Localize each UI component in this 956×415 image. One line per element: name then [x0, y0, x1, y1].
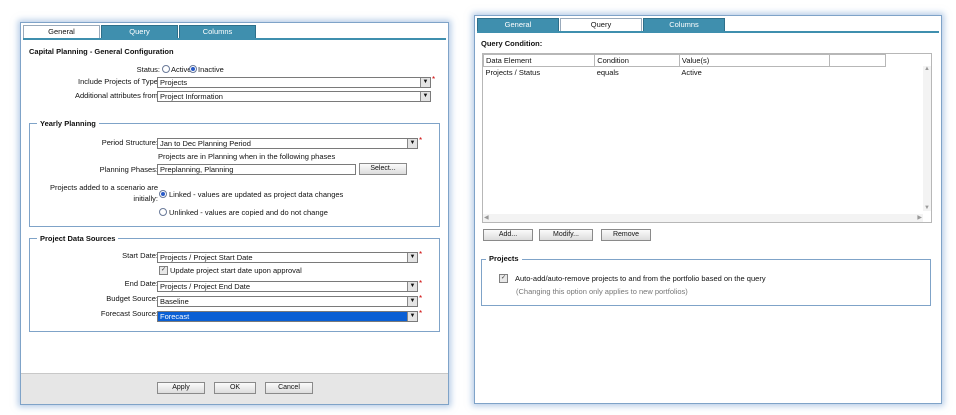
status-label: Status:: [136, 65, 160, 74]
query-table: Data Element Condition Value(s) Projects…: [482, 54, 887, 79]
remove-button[interactable]: Remove: [601, 229, 651, 241]
scenario-label-line2: initially:: [133, 194, 158, 203]
start-date-select[interactable]: Projects / Project Start Date ▼: [157, 252, 418, 263]
budget-source-value: Baseline: [160, 297, 189, 306]
chevron-down-icon: ▼: [407, 297, 417, 306]
required-mark: *: [419, 279, 423, 288]
column-header: [828, 54, 887, 67]
forecast-source-select[interactable]: Forecast ▼: [157, 311, 418, 322]
phases-note: Projects are in Planning when in the fol…: [158, 152, 336, 161]
required-mark: *: [419, 136, 423, 145]
general-config-dialog: General Query Columns Capital Planning -…: [20, 22, 449, 405]
linked-label: Linked - values are updated as project d…: [169, 190, 344, 199]
chevron-down-icon: ▼: [407, 253, 417, 262]
table-header-row: Data Element Condition Value(s): [482, 54, 887, 67]
auto-add-label: Auto-add/auto-remove projects to and fro…: [515, 274, 766, 283]
tab-columns[interactable]: Columns: [643, 18, 725, 31]
update-start-label: Update project start date upon approval: [170, 266, 302, 275]
project-data-sources-legend: Project Data Sources: [37, 234, 119, 243]
projects-legend: Projects: [486, 254, 522, 263]
table-cell: Projects / Status: [485, 68, 541, 77]
period-structure-label: Period Structure:: [101, 138, 158, 147]
ok-button[interactable]: OK: [214, 382, 256, 394]
status-inactive-radio[interactable]: [189, 65, 197, 73]
cancel-button[interactable]: Cancel: [265, 382, 313, 394]
start-date-value: Projects / Project Start Date: [160, 253, 253, 262]
tab-query[interactable]: Query: [101, 25, 178, 38]
additional-attributes-value: Project Information: [160, 92, 223, 101]
scroll-left-icon[interactable]: ◀: [484, 214, 489, 222]
planning-phases-value: Preplanning, Planning: [160, 165, 234, 174]
add-button[interactable]: Add...: [483, 229, 533, 241]
additional-attributes-select[interactable]: Project Information ▼: [157, 91, 431, 102]
scroll-right-icon[interactable]: ▶: [917, 214, 922, 222]
dialog-footer: Apply OK Cancel: [21, 373, 448, 404]
modify-button[interactable]: Modify...: [539, 229, 593, 241]
tab-general[interactable]: General: [477, 18, 559, 31]
tab-underline: [23, 38, 446, 40]
forecast-source-label: Forecast Source:: [100, 309, 158, 318]
required-mark: *: [419, 309, 423, 318]
required-mark: *: [419, 294, 423, 303]
chevron-down-icon: ▼: [407, 282, 417, 291]
chevron-down-icon: ▼: [407, 312, 417, 321]
start-date-label: Start Date:: [122, 251, 158, 260]
required-mark: *: [432, 75, 436, 84]
query-grid: Data Element Condition Value(s) Projects…: [482, 53, 932, 223]
vertical-scrollbar[interactable]: ▲ ▼: [923, 66, 931, 211]
update-start-checkbox[interactable]: ✓: [159, 266, 168, 275]
include-projects-select[interactable]: Projects ▼: [157, 77, 431, 88]
chevron-down-icon: ▼: [420, 92, 430, 101]
unlinked-radio[interactable]: [159, 208, 167, 216]
page-title: Capital Planning - General Configuration: [29, 47, 174, 56]
table-cell: equals: [596, 68, 619, 77]
budget-source-label: Budget Source:: [106, 294, 158, 303]
additional-attributes-label: Additional attributes from:: [74, 91, 160, 100]
forecast-source-value: Forecast: [160, 312, 190, 321]
select-phases-button[interactable]: Select...: [359, 163, 407, 175]
tab-general[interactable]: General: [23, 25, 100, 39]
period-structure-select[interactable]: Jan to Dec Planning Period ▼: [157, 138, 418, 149]
tab-bar: General Query Columns: [477, 18, 725, 32]
yearly-planning-legend: Yearly Planning: [37, 119, 99, 128]
scroll-down-icon[interactable]: ▼: [923, 205, 931, 211]
scenario-label-line1: Projects added to a scenario are: [50, 183, 158, 192]
linked-radio[interactable]: [159, 190, 167, 198]
horizontal-scrollbar[interactable]: ◀ ▶: [483, 214, 923, 222]
column-header[interactable]: Data Element: [482, 54, 596, 67]
planning-phases-label: Planning Phases:: [99, 165, 158, 174]
tab-query[interactable]: Query: [560, 18, 642, 32]
period-structure-value: Jan to Dec Planning Period: [160, 139, 251, 148]
table-row[interactable]: Projects / Status equals Active: [484, 67, 886, 79]
chevron-down-icon: ▼: [420, 78, 430, 87]
tab-columns[interactable]: Columns: [179, 25, 256, 38]
status-inactive-label: Inactive: [198, 65, 224, 74]
tab-underline: [477, 31, 939, 33]
scroll-up-icon[interactable]: ▲: [923, 66, 931, 72]
column-header[interactable]: Value(s): [678, 54, 830, 67]
end-date-value: Projects / Project End Date: [160, 282, 251, 291]
include-projects-label: Include Projects of Type:: [78, 77, 160, 86]
table-cell: Active: [681, 68, 702, 77]
table-cell: [829, 67, 885, 79]
auto-add-note: (Changing this option only applies to ne…: [516, 287, 688, 296]
column-header[interactable]: Condition: [594, 54, 680, 67]
end-date-label: End Date:: [124, 279, 158, 288]
budget-source-select[interactable]: Baseline ▼: [157, 296, 418, 307]
required-mark: *: [419, 250, 423, 259]
planning-phases-input[interactable]: Preplanning, Planning: [157, 164, 356, 175]
query-dialog: General Query Columns Query Condition: D…: [474, 15, 942, 404]
tab-bar: General Query Columns: [23, 25, 256, 39]
status-active-radio[interactable]: [162, 65, 170, 73]
query-condition-label: Query Condition:: [481, 39, 543, 48]
include-projects-value: Projects: [160, 78, 188, 87]
auto-add-checkbox[interactable]: ✓: [499, 274, 508, 283]
chevron-down-icon: ▼: [407, 139, 417, 148]
apply-button[interactable]: Apply: [157, 382, 205, 394]
end-date-select[interactable]: Projects / Project End Date ▼: [157, 281, 418, 292]
unlinked-label: Unlinked - values are copied and do not …: [169, 208, 328, 217]
